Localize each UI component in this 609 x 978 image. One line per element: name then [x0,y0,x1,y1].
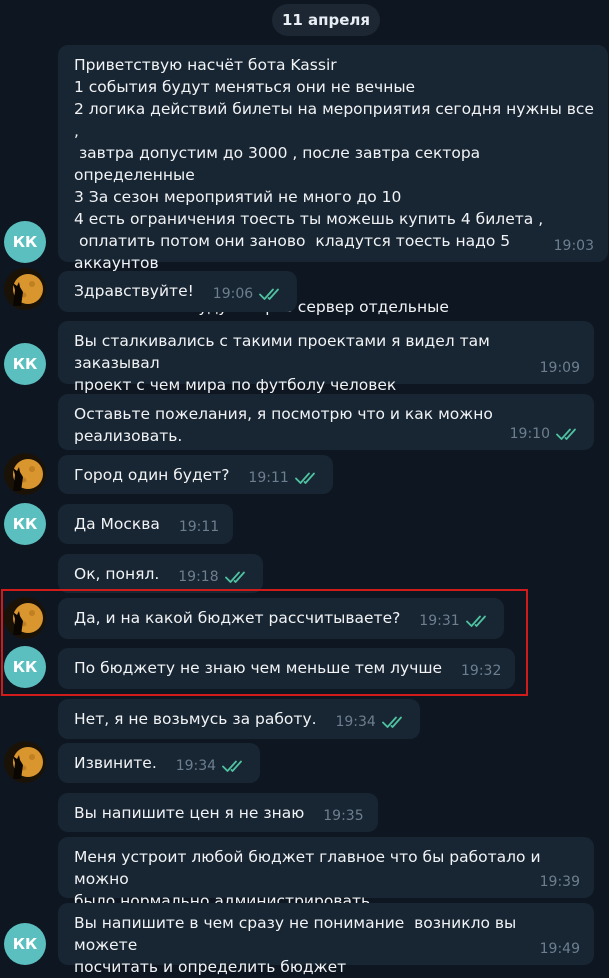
message-meta: 19:49 [540,938,580,960]
message-text: Вы напишите в чем сразу не понимание воз… [74,914,517,976]
moon-avatar-icon [4,453,46,495]
message-text: Нет, я не возьмусь за работу. [74,710,317,728]
avatar[interactable]: КК [4,343,46,385]
message-meta: 19:11 [179,516,219,538]
message-text: Вы сталкивались с такими проектами я вид… [74,332,490,394]
message-meta: 19:11 [248,467,318,489]
message-bubble[interactable]: Здравствуйте! 19:06 [58,271,298,312]
message-time: 19:10 [509,426,550,442]
double-check-icon [295,471,319,485]
message-text: Ок, понял. [74,565,160,583]
message-text: Извините. [74,754,157,772]
message-bubble[interactable]: Город один будет? 19:11 [58,455,333,494]
message-time: 19:06 [212,286,254,302]
avatar[interactable] [4,268,46,310]
message-text: Да Москва [74,515,160,533]
moon-avatar-icon [4,268,46,310]
message-meta: 19:06 [213,283,283,305]
message-bubble[interactable]: Приветствую насчёт бота Kassir 1 события… [58,45,608,316]
double-check-icon [556,427,580,441]
message-bubble[interactable]: Вы напишите цен я не знаю 19:35 [58,793,378,832]
message-text: Город один будет? [74,466,230,484]
message-text: Оставьте пожелания, я посмотрю что и как… [74,405,498,445]
message-meta: 19:39 [540,871,580,893]
message-time: 19:11 [178,519,220,535]
double-check-icon [225,570,249,584]
message-meta: 19:03 [554,235,594,257]
message-meta: 19:34 [335,711,405,733]
message-bubble[interactable]: Нет, я не возьмусь за работу. 19:34 [58,699,420,739]
avatar-initials: КК [12,935,38,953]
message-time: 19:09 [539,360,580,376]
message-bubble[interactable]: Извините. 19:34 [58,743,261,783]
message-meta: 19:18 [178,566,248,588]
message-text: Вы напишите цен я не знаю [74,804,305,822]
message-time: 19:39 [539,874,580,890]
message-meta: 19:35 [323,805,363,827]
double-check-icon [382,715,406,729]
message-time: 19:34 [175,758,217,774]
message-meta: 19:09 [540,357,580,379]
avatar-initials: КК [12,515,38,533]
message-time: 19:49 [539,941,580,957]
message-time: 19:34 [335,714,376,730]
double-check-icon [259,287,283,301]
message-bubble[interactable]: Вы напишите в чем сразу не понимание воз… [58,903,594,976]
moon-avatar-icon [4,741,46,783]
avatar-initials: КК [12,233,38,251]
avatar[interactable]: КК [4,503,46,545]
message-bubble[interactable]: Вы сталкивались с такими проектами я вид… [58,321,594,394]
avatar[interactable] [4,741,46,783]
double-check-icon [222,759,246,773]
message-meta: 19:34 [176,755,246,777]
date-label: 11 апреля [281,11,371,29]
message-bubble[interactable]: Да Москва 19:11 [58,504,234,544]
message-text: Здравствуйте! [74,282,194,300]
message-bubble[interactable]: Ок, понял. 19:18 [58,554,263,593]
message-meta: 19:10 [510,423,580,445]
message-time: 19:03 [553,238,594,254]
highlight-box [1,589,528,696]
message-time: 19:11 [248,470,289,486]
message-bubble[interactable]: Меня устроит любой бюджет главное что бы… [58,837,594,910]
avatar[interactable] [4,453,46,495]
avatar[interactable]: КК [4,923,46,965]
message-bubble[interactable]: Оставьте пожелания, я посмотрю что и как… [58,394,594,450]
avatar-initials: КК [12,355,38,373]
avatar[interactable]: КК [4,221,46,263]
message-time: 19:18 [178,569,219,585]
date-separator: 11 апреля [272,4,380,36]
message-time: 19:35 [323,808,364,824]
